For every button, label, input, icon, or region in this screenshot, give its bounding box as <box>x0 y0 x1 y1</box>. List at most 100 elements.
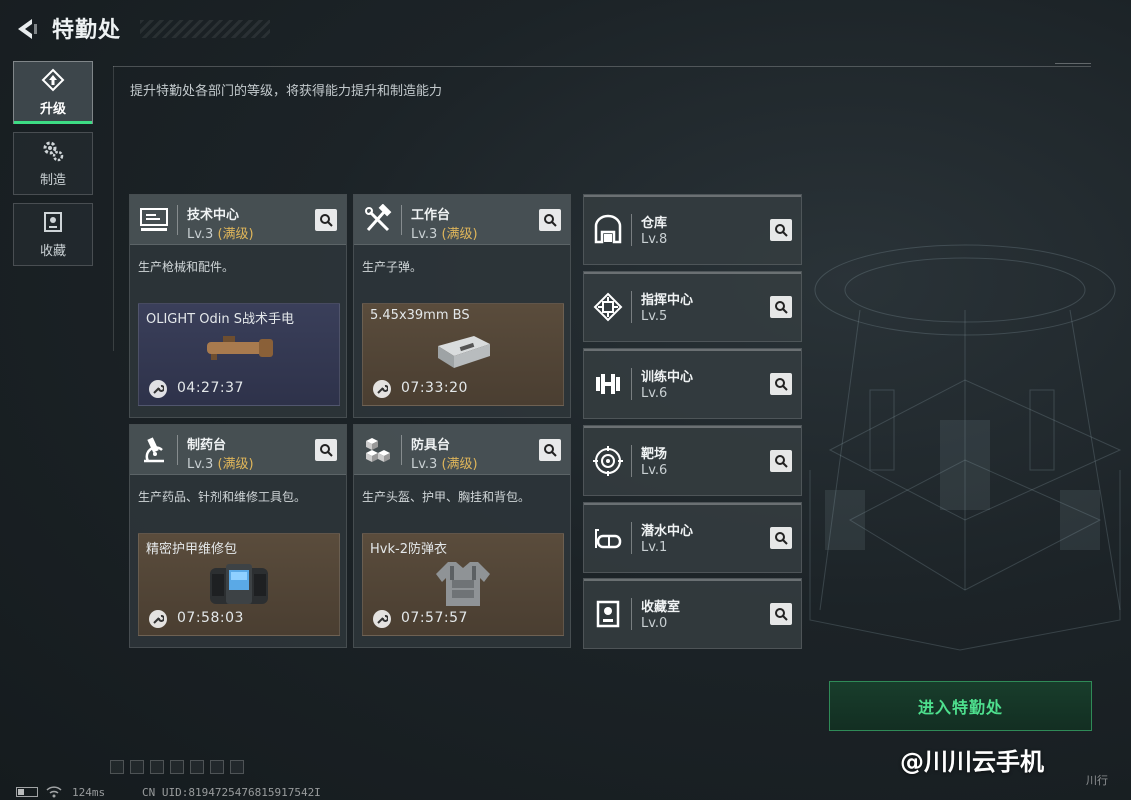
facility-name: 靶场 <box>641 447 668 462</box>
dumbbell-icon <box>596 374 620 394</box>
maxed-badge: (满级) <box>217 457 254 472</box>
card-divider <box>177 205 178 235</box>
workshop-name: 制药台 <box>187 438 227 453</box>
wrench-icon <box>149 380 167 398</box>
search-button[interactable] <box>770 450 792 472</box>
facility-name: 训练中心 <box>641 370 694 385</box>
search-button[interactable] <box>770 527 792 549</box>
collection-icon <box>44 212 62 232</box>
search-icon <box>544 444 557 457</box>
search-icon <box>775 301 788 314</box>
body-armor-icon <box>436 562 490 606</box>
search-button[interactable] <box>770 296 792 318</box>
product-name: 5.45x39mm BS <box>370 308 470 323</box>
workshop-card-armory[interactable]: 防具台 Lv.3 (满级) 生产头盔、护甲、胸挂和背包。 Hvk-2防弹衣 07… <box>353 424 571 648</box>
production-slot[interactable]: 精密护甲维修包 07:58:03 <box>138 533 340 636</box>
wrench-icon <box>149 610 167 628</box>
left-rule <box>113 66 114 351</box>
search-button[interactable] <box>315 439 337 461</box>
ping-value: 124ms <box>72 786 106 799</box>
title-hatch-decoration <box>140 20 270 38</box>
search-icon <box>320 444 333 457</box>
header-rule <box>113 66 1091 67</box>
facility-level: Lv.5 <box>641 309 668 324</box>
bottom-mini-icons <box>110 760 250 774</box>
facility-card-warehouse[interactable]: 仓库 Lv.8 <box>583 194 802 265</box>
card-header: 制药台 Lv.3 (满级) <box>130 425 346 475</box>
card-header: 技术中心 Lv.3 (满级) <box>130 195 346 245</box>
facility-name: 仓库 <box>641 216 668 231</box>
search-icon <box>775 455 788 468</box>
facility-level: Lv.1 <box>641 540 668 555</box>
workshop-level: Lv.3 (满级) <box>187 223 254 242</box>
card-header: 工作台 Lv.3 (满级) <box>354 195 570 245</box>
level-value: Lv.3 <box>187 227 214 242</box>
tab-manufacture-label: 制造 <box>39 173 66 188</box>
tab-collection[interactable]: 收藏 <box>13 203 93 266</box>
facility-card-diving-center[interactable]: 潜水中心 Lv.1 <box>583 502 802 573</box>
tab-collection-label: 收藏 <box>39 244 66 259</box>
workshop-description: 生产枪械和配件。 <box>138 260 235 274</box>
top-bar: 特勤处 <box>0 0 1131 56</box>
warehouse-icon <box>594 214 622 244</box>
search-button[interactable] <box>539 209 561 231</box>
tab-manufacture[interactable]: 制造 <box>13 132 93 195</box>
card-header: 防具台 Lv.3 (满级) <box>354 425 570 475</box>
search-button[interactable] <box>539 439 561 461</box>
production-timer: 07:58:03 <box>177 610 244 626</box>
workshop-card-workbench[interactable]: 工作台 Lv.3 (满级) 生产子弹。 5.45x39mm BS 07:33:2… <box>353 194 571 418</box>
target-icon <box>593 446 623 476</box>
facility-card-training-center[interactable]: 训练中心 Lv.6 <box>583 348 802 419</box>
search-icon <box>544 214 557 227</box>
watermark: @川川云手机 <box>900 748 1044 776</box>
search-button[interactable] <box>770 603 792 625</box>
user-uid: CN UID:8194725476815917542I <box>142 786 321 799</box>
mini-slot-icon <box>110 760 124 774</box>
maxed-badge: (满级) <box>441 227 478 242</box>
wrench-icon <box>373 380 391 398</box>
back-button[interactable] <box>12 14 42 44</box>
workshop-level: Lv.3 (满级) <box>411 453 478 472</box>
workshop-level: Lv.3 (满级) <box>411 223 478 242</box>
trophy-case-icon <box>596 600 620 628</box>
mini-slot-icon <box>130 760 144 774</box>
search-icon <box>775 224 788 237</box>
workshop-description: 生产药品、针剂和维修工具包。 <box>138 490 307 504</box>
product-name: OLIGHT Odin S战术手电 <box>146 312 294 327</box>
fac-divider <box>631 445 632 477</box>
facility-card-shooting-range[interactable]: 靶场 Lv.6 <box>583 425 802 496</box>
search-icon <box>775 608 788 621</box>
production-slot[interactable]: OLIGHT Odin S战术手电 04:27:37 <box>138 303 340 406</box>
wifi-icon <box>46 786 62 798</box>
mini-slot-icon <box>150 760 164 774</box>
card-divider <box>177 435 178 465</box>
fac-divider <box>631 368 632 400</box>
level-value: Lv.3 <box>187 457 214 472</box>
product-name: 精密护甲维修包 <box>146 542 238 557</box>
production-slot[interactable]: Hvk-2防弹衣 07:57:57 <box>362 533 564 636</box>
base-blueprint-decoration <box>809 244 1122 651</box>
facility-level: Lv.8 <box>641 232 668 247</box>
search-button[interactable] <box>770 219 792 241</box>
tab-upgrade-label: 升级 <box>39 102 66 117</box>
mini-slot-icon <box>190 760 204 774</box>
diving-mask-icon <box>595 529 622 549</box>
facility-name: 收藏室 <box>641 600 681 615</box>
page-subtitle: 提升特勤处各部门的等级，将获得能力提升和制造能力 <box>130 84 443 99</box>
search-icon <box>775 532 788 545</box>
mini-slot-icon <box>210 760 224 774</box>
facility-card-command-center[interactable]: 指挥中心 Lv.5 <box>583 271 802 342</box>
tab-upgrade[interactable]: 升级 <box>13 61 93 124</box>
fac-divider <box>631 214 632 246</box>
production-slot[interactable]: 5.45x39mm BS 07:33:20 <box>362 303 564 406</box>
microscope-icon <box>144 437 164 463</box>
status-bar: 124ms CN UID:8194725476815917542I <box>0 784 1131 800</box>
search-button[interactable] <box>770 373 792 395</box>
enter-special-ops-button[interactable]: 进入特勤处 <box>829 681 1092 731</box>
search-button[interactable] <box>315 209 337 231</box>
facility-card-collection-room[interactable]: 收藏室 Lv.0 <box>583 578 802 649</box>
workshop-card-tech-center[interactable]: 技术中心 Lv.3 (满级) 生产枪械和配件。 OLIGHT Odin S战术手… <box>129 194 347 418</box>
facility-level: Lv.6 <box>641 463 668 478</box>
production-timer: 04:27:37 <box>177 380 244 396</box>
workshop-card-pharmacy[interactable]: 制药台 Lv.3 (满级) 生产药品、针剂和维修工具包。 精密护甲维修包 07:… <box>129 424 347 648</box>
